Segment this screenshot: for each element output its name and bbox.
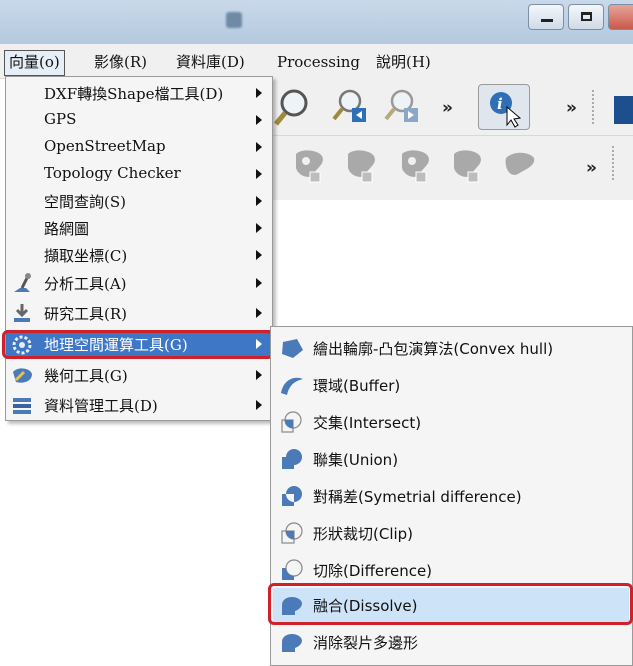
- add-ring-icon[interactable]: [292, 146, 328, 186]
- window-title-bar: [0, 0, 633, 44]
- toolbar-overflow-button-3[interactable]: »: [586, 158, 597, 178]
- menu-item-road-graph[interactable]: 路網圖: [6, 214, 272, 241]
- menu-help[interactable]: 說明(H): [372, 50, 435, 74]
- submenu-item-clip[interactable]: 形狀裁切(Clip): [273, 516, 629, 548]
- submenu-item-label: 聯集(Union): [313, 451, 399, 469]
- union-icon: [282, 449, 302, 469]
- toolbar-area: » i » »: [270, 78, 633, 200]
- identify-tool-button[interactable]: i: [478, 84, 530, 130]
- menu-item-label: 分析工具(A): [44, 275, 127, 293]
- intersect-icon: [281, 411, 302, 433]
- menu-item-data-management-tools[interactable]: 資料管理工具(D): [6, 391, 272, 418]
- toolbar-divider: [270, 135, 633, 138]
- menu-item-topology-checker[interactable]: Topology Checker: [6, 160, 272, 187]
- submenu-arrow-icon: [256, 169, 262, 179]
- svg-text:i: i: [497, 95, 503, 113]
- menu-item-geometry-tools[interactable]: 幾何工具(G): [6, 361, 272, 388]
- menu-vector[interactable]: 向量(o): [4, 50, 65, 76]
- submenu-item-label: 對稱差(Symetrial difference): [313, 488, 522, 506]
- submenu-arrow-icon: [256, 115, 262, 125]
- menu-item-coordinate-capture[interactable]: 擷取坐標(C): [6, 241, 272, 268]
- identify-features-icon: i: [490, 92, 522, 128]
- submenu-arrow-icon: [256, 308, 262, 318]
- menu-item-dxf2shp[interactable]: DXF轉換Shape檔工具(D): [6, 79, 272, 106]
- delete-ring-icon[interactable]: [398, 146, 434, 186]
- submenu-arrow-icon: [256, 370, 262, 380]
- submenu-item-eliminate-sliver[interactable]: 消除裂片多邊形: [273, 625, 629, 657]
- menu-item-label: OpenStreetMap: [44, 137, 166, 155]
- highlight-annotation-dissolve: [268, 583, 633, 625]
- menu-item-research-tools[interactable]: 研究工具(R): [6, 299, 272, 326]
- toolbar-separator: [592, 90, 596, 124]
- window-title: [258, 12, 304, 26]
- submenu-item-union[interactable]: 聯集(Union): [273, 442, 629, 474]
- submenu-item-difference[interactable]: 切除(Difference): [273, 553, 629, 585]
- toolbar-separator-2: [612, 146, 616, 180]
- difference-icon: [282, 559, 303, 580]
- menu-processing[interactable]: Processing: [273, 50, 364, 74]
- buffer-icon: [281, 377, 303, 395]
- menu-item-label: DXF轉換Shape檔工具(D): [44, 85, 224, 103]
- menu-item-label: 擷取坐標(C): [44, 247, 128, 265]
- menu-item-label: GPS: [44, 110, 77, 128]
- menu-item-label: 研究工具(R): [44, 305, 127, 323]
- reshape-features-icon[interactable]: [502, 146, 538, 182]
- submenu-arrow-icon: [256, 250, 262, 260]
- symmetrical-difference-icon: [282, 486, 302, 506]
- menu-item-label: 空間查詢(S): [44, 193, 126, 211]
- submenu-arrow-icon: [256, 88, 262, 98]
- menu-item-openstreetmap[interactable]: OpenStreetMap: [6, 133, 272, 160]
- vector-menu: DXF轉換Shape檔工具(D) GPS OpenStreetMap Topol…: [5, 76, 273, 421]
- clip-icon: [281, 522, 303, 544]
- app-icon: [226, 12, 242, 28]
- submenu-item-convex-hull[interactable]: 繪出輪廓-凸包演算法(Convex hull): [273, 331, 629, 363]
- submenu-item-label: 消除裂片多邊形: [313, 634, 419, 652]
- menu-bar: 向量(o) 影像(R) 資料庫(D) Processing 說明(H): [0, 44, 633, 79]
- analysis-icon: [14, 273, 31, 292]
- geometry-icon: [13, 368, 32, 383]
- menu-item-gps[interactable]: GPS: [6, 106, 272, 133]
- submenu-arrow-icon: [256, 196, 262, 206]
- maximize-icon: [581, 12, 592, 21]
- menu-item-label: Topology Checker: [44, 164, 181, 182]
- highlight-annotation-geoprocessing: [2, 330, 274, 359]
- submenu-arrow-icon: [256, 400, 262, 410]
- add-part-icon[interactable]: [344, 146, 380, 186]
- submenu-item-intersect[interactable]: 交集(Intersect): [273, 405, 629, 437]
- minimize-icon: [541, 19, 553, 22]
- toolbar-overflow-button-2[interactable]: »: [566, 98, 577, 118]
- convex-hull-icon: [282, 339, 303, 358]
- submenu-item-symmetrical-difference[interactable]: 對稱差(Symetrial difference): [273, 479, 629, 511]
- submenu-item-label: 繪出輪廓-凸包演算法(Convex hull): [313, 340, 554, 358]
- submenu-item-label: 切除(Difference): [313, 562, 433, 580]
- submenu-arrow-icon: [256, 278, 262, 288]
- menu-item-label: 資料管理工具(D): [44, 397, 158, 415]
- close-button[interactable]: [608, 4, 633, 30]
- submenu-item-label: 交集(Intersect): [313, 414, 422, 432]
- data-management-icon: [13, 398, 31, 414]
- submenu-item-label: 環域(Buffer): [313, 377, 401, 395]
- toolbar-overflow-button[interactable]: »: [442, 98, 453, 118]
- zoom-next-icon[interactable]: [382, 86, 422, 126]
- delete-part-icon[interactable]: [450, 146, 486, 186]
- menu-database[interactable]: 資料庫(D): [172, 50, 249, 74]
- zoom-last-icon[interactable]: [330, 86, 370, 126]
- menu-raster[interactable]: 影像(R): [90, 50, 151, 74]
- menu-item-label: 幾何工具(G): [44, 367, 128, 385]
- submenu-arrow-icon: [256, 142, 262, 152]
- toolbar-cut-icon[interactable]: [614, 96, 633, 124]
- menu-item-analysis-tools[interactable]: 分析工具(A): [6, 269, 272, 296]
- submenu-item-buffer[interactable]: 環域(Buffer): [273, 368, 629, 400]
- eliminate-sliver-icon: [282, 634, 302, 652]
- submenu-arrow-icon: [256, 223, 262, 233]
- menu-item-spatial-query[interactable]: 空間查詢(S): [6, 187, 272, 214]
- maximize-button[interactable]: [568, 4, 604, 30]
- zoom-full-icon[interactable]: [270, 86, 316, 126]
- research-icon: [14, 304, 30, 322]
- submenu-item-label: 形狀裁切(Clip): [313, 525, 414, 543]
- minimize-button[interactable]: [528, 4, 564, 30]
- menu-item-label: 路網圖: [44, 220, 90, 238]
